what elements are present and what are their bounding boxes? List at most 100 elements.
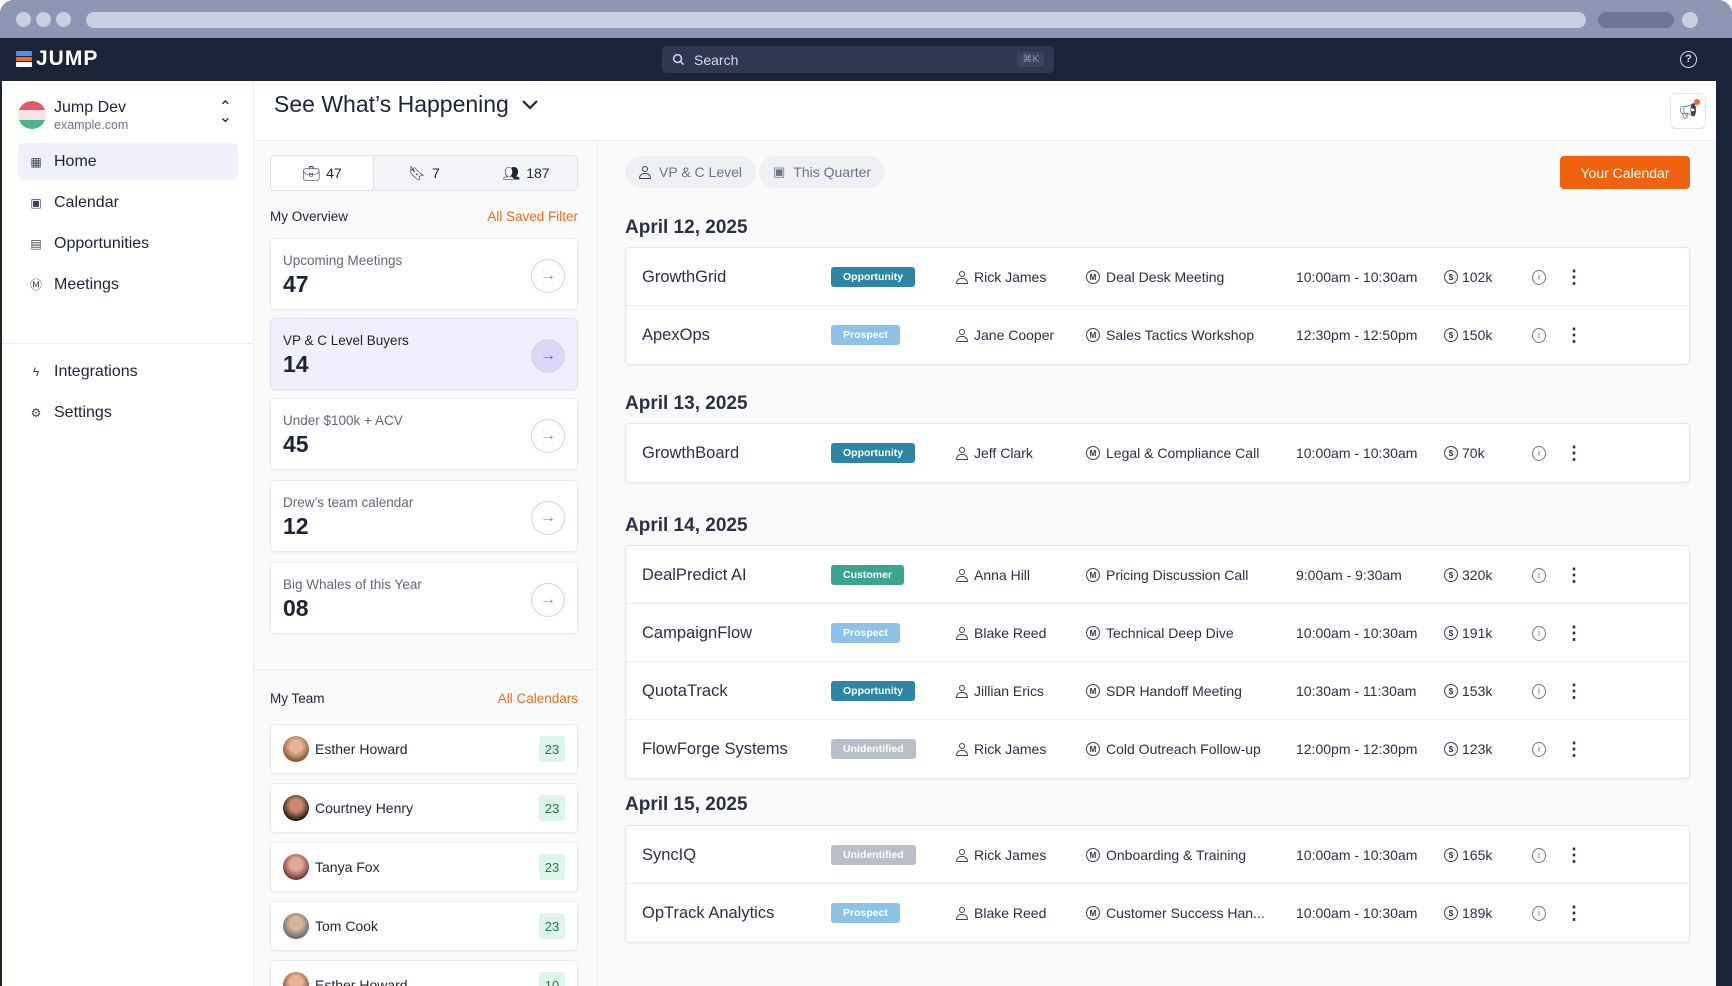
arrow-right-icon[interactable]: → [531,339,565,373]
info-icon[interactable]: i [1532,662,1546,720]
tab-people[interactable]: 👥︎ 187 [475,156,577,190]
arrow-right-icon[interactable]: → [531,419,565,453]
sidebar-item-integrations[interactable]: ϟ Integrations [18,353,238,390]
arrow-right-icon[interactable]: → [531,259,565,293]
more-menu-icon[interactable]: ⋮ [1565,884,1583,942]
meeting-row[interactable]: DealPredict AI Customer Anna Hill M Pricing … [626,546,1689,604]
meeting-row[interactable]: CampaignFlow Prospect Blake Reed M Technical… [626,604,1689,662]
more-menu-icon[interactable]: ⋮ [1565,424,1583,482]
attendee[interactable]: Blake Reed [956,604,1046,662]
window-minimize-dot[interactable] [36,12,51,27]
info-icon[interactable]: i [1532,720,1546,778]
meeting-title[interactable]: M Onboarding & Training [1086,826,1246,884]
attendee[interactable]: Rick James [956,248,1046,306]
info-icon[interactable]: i [1532,604,1546,662]
attendee[interactable]: Jane Cooper [956,306,1054,364]
attendee[interactable]: Rick James [956,720,1046,778]
more-menu-icon[interactable]: ⋮ [1565,826,1583,884]
meeting-row[interactable]: OpTrack Analytics Prospect Blake Reed M Cust… [626,884,1689,942]
meeting-row[interactable]: SyncIQ Unidentified Rick James M Onboarding … [626,826,1689,884]
info-icon[interactable]: i [1532,306,1546,364]
company-name[interactable]: FlowForge Systems [642,720,788,778]
tab-bookmarks[interactable]: 🔖︎ 7 [373,156,475,190]
overview-card-team-calendar[interactable]: Drew’s team calendar 12 → [270,480,578,552]
sidebar-item-calendar[interactable]: ▣ Calendar [18,184,238,221]
meeting-row[interactable]: GrowthGrid Opportunity Rick James M Deal Des… [626,248,1689,306]
info-icon[interactable]: i [1532,884,1546,942]
sidebar-item-opportunities[interactable]: ▤ Opportunities [18,225,238,262]
all-saved-filter-link[interactable]: All Saved Filter [487,209,578,224]
attendee[interactable]: Rick James [956,826,1046,884]
info-icon[interactable]: i [1532,424,1546,482]
company-name[interactable]: CampaignFlow [642,604,752,662]
meeting-title[interactable]: M Customer Success Han... [1086,884,1265,942]
more-menu-icon[interactable]: ⋮ [1565,306,1583,364]
window-close-dot[interactable] [16,12,31,27]
attendee[interactable]: Anna Hill [956,546,1030,604]
meeting-title[interactable]: M Cold Outreach Follow-up [1086,720,1261,778]
bookmark-icon: 🔖︎ [408,164,426,181]
meeting-row[interactable]: FlowForge Systems Unidentified Rick James M… [626,720,1689,778]
tab-briefcase[interactable]: 💼︎ 47 [270,155,374,191]
search-input[interactable]: Search ⌘K [662,46,1054,73]
sidebar-item-settings[interactable]: ⚙ Settings [18,394,238,431]
meeting-title[interactable]: M Technical Deep Dive [1086,604,1234,662]
info-icon[interactable]: i [1532,546,1546,604]
meeting-row[interactable]: GrowthBoard Opportunity Jeff Clark M Legal &… [626,424,1689,482]
meeting-row[interactable]: ApexOps Prospect Jane Cooper M Sales Tactics… [626,306,1689,364]
team-member-row[interactable]: Courtney Henry 23 [270,783,578,833]
filter-chip-label: VP & C Level [659,164,743,180]
meeting-row[interactable]: QuotaTrack Opportunity Jillian Erics M SDR H… [626,662,1689,720]
info-icon[interactable]: i [1532,826,1546,884]
url-bar[interactable] [86,12,1586,28]
meeting-title[interactable]: M Deal Desk Meeting [1086,248,1224,306]
company-name[interactable]: OpTrack Analytics [642,884,774,942]
announcements-button[interactable]: 📢︎ [1670,93,1706,129]
arrow-right-icon[interactable]: → [531,583,565,617]
company-name[interactable]: GrowthGrid [642,248,726,306]
sidebar-item-meetings[interactable]: Ⓜ Meetings [18,266,238,303]
meeting-title[interactable]: M SDR Handoff Meeting [1086,662,1242,720]
company-name[interactable]: SyncIQ [642,826,696,884]
overview-card-big-whales[interactable]: Big Whales of this Year 08 → [270,562,578,634]
more-menu-icon[interactable]: ⋮ [1565,604,1583,662]
overview-card-upcoming-meetings[interactable]: Upcoming Meetings 47 → [270,238,578,310]
chevron-up-down-icon[interactable]: ⌃ ⌄ [219,100,232,126]
meeting-title[interactable]: M Pricing Discussion Call [1086,546,1248,604]
account-switcher[interactable]: Jump Dev example.com ⌃ ⌄ [18,95,238,135]
info-icon[interactable]: i [1532,248,1546,306]
team-member-row[interactable]: Esther Howard 10 [270,960,578,986]
meeting-title[interactable]: M Legal & Compliance Call [1086,424,1259,482]
browser-profile-dot[interactable] [1682,12,1698,28]
your-calendar-button[interactable]: Your Calendar [1560,156,1690,189]
company-name[interactable]: GrowthBoard [642,424,739,482]
more-menu-icon[interactable]: ⋮ [1565,720,1583,778]
filter-chip-level[interactable]: VP & C Level [625,156,757,188]
browser-extension-pill[interactable] [1598,12,1674,28]
jump-logo[interactable]: JUMP [16,47,98,71]
attendee[interactable]: Jillian Erics [956,662,1044,720]
all-calendars-link[interactable]: All Calendars [498,691,578,706]
overview-card-vp-c-level[interactable]: VP & C Level Buyers 14 → [270,318,578,390]
arrow-right-icon[interactable]: → [531,501,565,535]
more-menu-icon[interactable]: ⋮ [1565,248,1583,306]
attendee[interactable]: Blake Reed [956,884,1046,942]
tab-count: 7 [431,165,440,181]
company-name[interactable]: DealPredict AI [642,546,747,604]
more-menu-icon[interactable]: ⋮ [1565,546,1583,604]
window-maximize-dot[interactable] [56,12,71,27]
overview-card-under-100k[interactable]: Under $100k + ACV 45 → [270,398,578,470]
filter-chip-period[interactable]: ▣ This Quarter [759,156,886,188]
team-member-row[interactable]: Esther Howard 23 [270,724,578,774]
page-title[interactable]: See What’s Happening [274,91,539,118]
meeting-title[interactable]: M Sales Tactics Workshop [1086,306,1254,364]
team-member-row[interactable]: Tanya Fox 23 [270,842,578,892]
company-name[interactable]: ApexOps [642,306,710,364]
company-name[interactable]: QuotaTrack [642,662,728,720]
sidebar-item-home[interactable]: ▦ Home [18,143,238,180]
team-member-row[interactable]: Tom Cook 23 [270,901,578,951]
help-icon[interactable]: ? [1680,51,1697,68]
attendee[interactable]: Jeff Clark [956,424,1033,482]
lightning-icon: ϟ [32,364,40,379]
more-menu-icon[interactable]: ⋮ [1565,662,1583,720]
